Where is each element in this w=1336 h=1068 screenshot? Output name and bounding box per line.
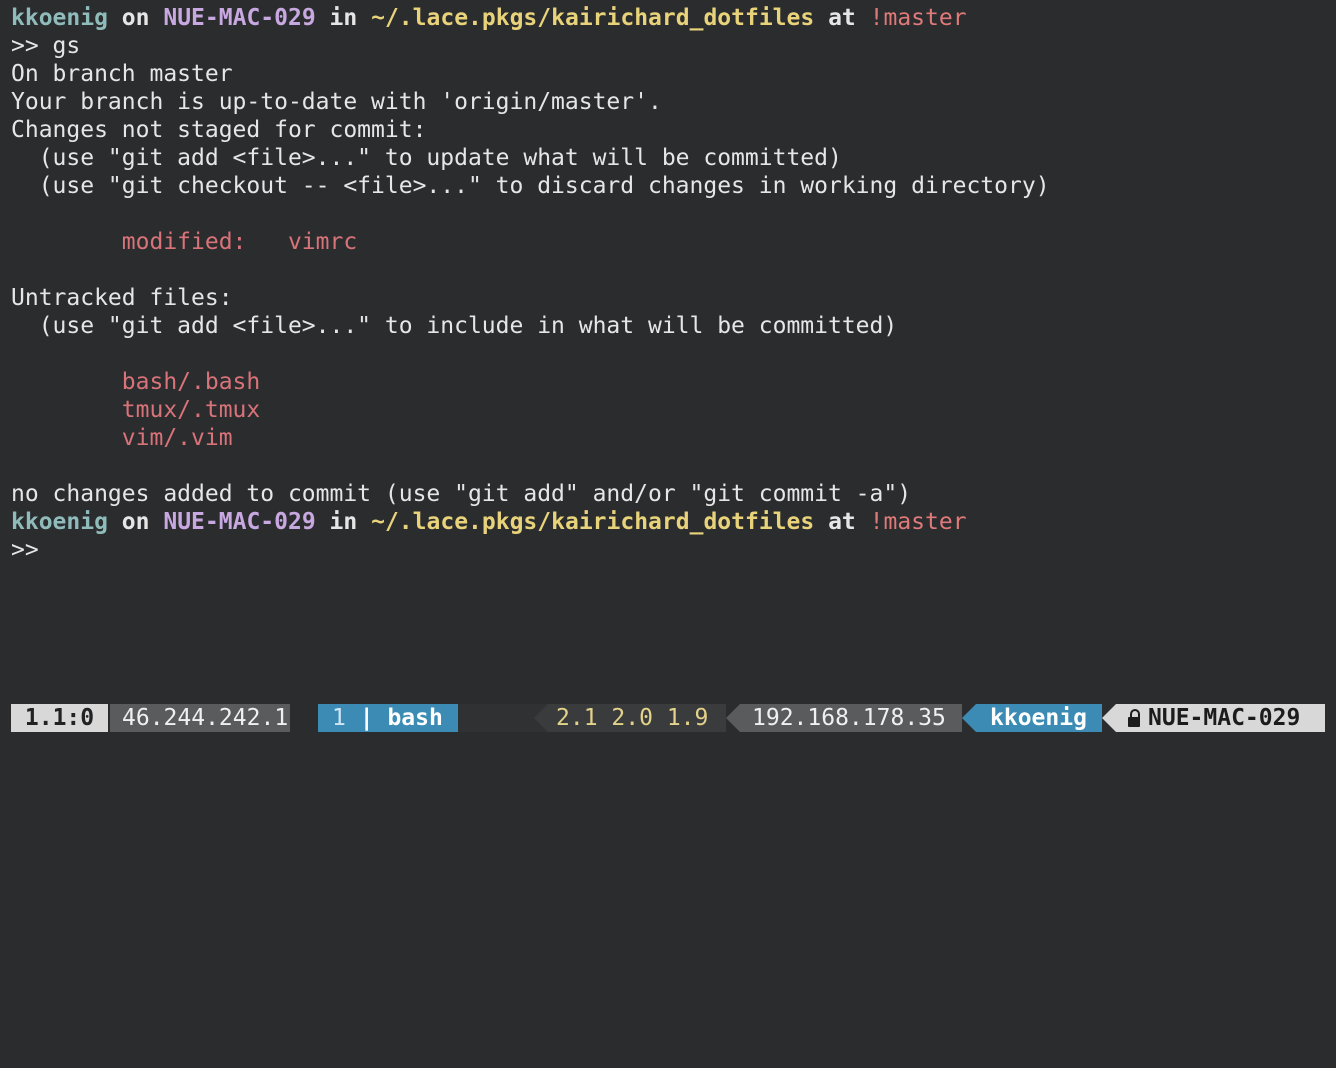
output-line: (use "git checkout -- <file>..." to disc… — [11, 173, 1050, 199]
status-host: NUE-MAC-029 — [1116, 704, 1325, 732]
prompt-word-on: on — [121, 5, 150, 31]
window-tab-bash[interactable]: 1 | bash — [318, 704, 458, 732]
lock-icon — [1128, 709, 1140, 727]
output-line: On branch master — [11, 61, 233, 87]
separator-arrow-icon — [962, 704, 976, 732]
public-ip: 46.244.242.1 — [110, 704, 290, 732]
tmux-status-bar: 1.1:0 46.244.242.1 1 | bash 2.1 2.0 1.9 … — [0, 704, 1336, 732]
modified-file: modified: vimrc — [121, 229, 358, 255]
load-5min: 2.0 — [611, 705, 653, 731]
prompt-line: kkoenig on NUE-MAC-029 in ~/.lace.pkgs/k… — [11, 508, 1336, 536]
local-ip: 192.168.178.35 — [740, 704, 962, 732]
prompt-host: NUE-MAC-029 — [163, 5, 316, 31]
load-1min: 2.1 — [556, 705, 598, 731]
host-name: NUE-MAC-029 — [1148, 705, 1301, 731]
prompt-user: kkoenig — [11, 509, 108, 535]
prompt-marker: >> — [11, 537, 39, 563]
session-indicator: 1.1:0 — [11, 704, 108, 732]
window-name: bash — [387, 705, 443, 731]
prompt-word-at: at — [828, 5, 856, 31]
modified-file-line: modified: vimrc — [11, 228, 1336, 256]
untracked-file: tmux/.tmux — [121, 397, 261, 423]
window-separator: | — [359, 705, 374, 731]
output-line: no changes added to commit (use "git add… — [11, 481, 912, 507]
output-line: Changes not staged for commit: — [11, 117, 427, 143]
untracked-file-line: tmux/.tmux — [11, 396, 1336, 424]
untracked-file: vim/.vim — [121, 425, 233, 451]
prompt-word-on: on — [121, 509, 150, 535]
window-index: 1 — [332, 705, 346, 731]
output-line: Your branch is up-to-date with 'origin/m… — [11, 89, 662, 115]
untracked-file-line: vim/.vim — [11, 424, 1336, 452]
separator-arrow-icon — [726, 704, 740, 732]
prompt-line: kkoenig on NUE-MAC-029 in ~/.lace.pkgs/k… — [11, 4, 1336, 32]
prompt-word-in: in — [329, 509, 358, 535]
separator-arrow-icon — [534, 704, 548, 732]
untracked-file-line: bash/.bash — [11, 368, 1336, 396]
untracked-file: bash/.bash — [121, 369, 261, 395]
output-line: Untracked files: — [11, 285, 233, 311]
status-user: kkoenig — [976, 704, 1102, 732]
terminal-output[interactable]: kkoenig on NUE-MAC-029 in ~/.lace.pkgs/k… — [11, 4, 1336, 564]
load-15min: 1.9 — [666, 705, 709, 731]
prompt-host: NUE-MAC-029 — [163, 509, 316, 535]
prompt-path: ~/.lace.pkgs/kairichard_dotfiles — [371, 509, 815, 535]
output-line: (use "git add <file>..." to include in w… — [11, 313, 898, 339]
prompt-branch: !master — [869, 5, 967, 31]
prompt-path: ~/.lace.pkgs/kairichard_dotfiles — [371, 5, 815, 31]
prompt-branch: !master — [869, 509, 967, 535]
prompt-user: kkoenig — [11, 5, 108, 31]
prompt-word-at: at — [828, 509, 856, 535]
command-line: >> gs — [11, 33, 81, 59]
load-average: 2.1 2.0 1.9 — [548, 704, 726, 732]
output-line: (use "git add <file>..." to update what … — [11, 145, 842, 171]
separator-arrow-icon — [1102, 704, 1116, 732]
command-input-line[interactable]: >> — [11, 536, 1336, 564]
prompt-word-in: in — [329, 5, 358, 31]
